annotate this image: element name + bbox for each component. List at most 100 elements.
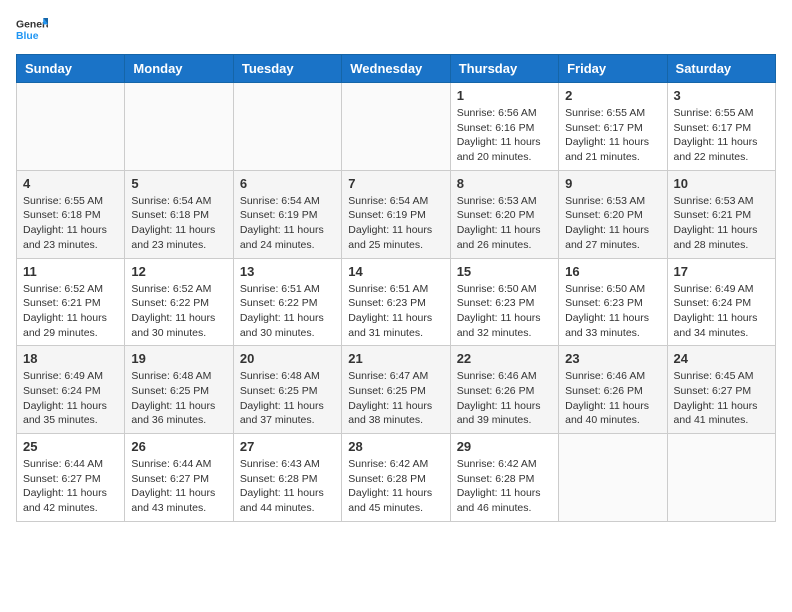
day-info: Sunrise: 6:50 AM Sunset: 6:23 PM Dayligh… [457,282,552,341]
day-number: 19 [131,351,226,366]
calendar-day-cell: 22 Sunrise: 6:46 AM Sunset: 6:26 PM Dayli… [450,346,558,434]
calendar-day-cell: 14 Sunrise: 6:51 AM Sunset: 6:23 PM Dayli… [342,258,450,346]
calendar-day-cell: 6 Sunrise: 6:54 AM Sunset: 6:19 PM Daylig… [233,170,341,258]
day-number: 1 [457,88,552,103]
day-info: Sunrise: 6:47 AM Sunset: 6:25 PM Dayligh… [348,369,443,428]
day-number: 22 [457,351,552,366]
day-info: Sunrise: 6:42 AM Sunset: 6:28 PM Dayligh… [348,457,443,516]
day-info: Sunrise: 6:51 AM Sunset: 6:22 PM Dayligh… [240,282,335,341]
day-number: 10 [674,176,769,191]
calendar-day-cell [125,83,233,171]
calendar-week-row: 18Sunrise: 6:49 AM Sunset: 6:24 PM Dayli… [17,346,776,434]
day-number: 13 [240,264,335,279]
day-header-wednesday: Wednesday [342,55,450,83]
day-number: 5 [131,176,226,191]
day-info: Sunrise: 6:50 AM Sunset: 6:23 PM Dayligh… [565,282,660,341]
day-info: Sunrise: 6:54 AM Sunset: 6:19 PM Dayligh… [348,194,443,253]
day-number: 23 [565,351,660,366]
day-info: Sunrise: 6:51 AM Sunset: 6:23 PM Dayligh… [348,282,443,341]
day-number: 2 [565,88,660,103]
page-container: General Blue SundayMondayTuesdayWednesda… [16,16,776,522]
day-info: Sunrise: 6:46 AM Sunset: 6:26 PM Dayligh… [457,369,552,428]
day-number: 12 [131,264,226,279]
calendar-day-cell: 11 Sunrise: 6:52 AM Sunset: 6:21 PM Dayli… [17,258,125,346]
day-number: 4 [23,176,118,191]
calendar-week-row: 4 Sunrise: 6:55 AM Sunset: 6:18 PM Daylig… [17,170,776,258]
calendar-day-cell: 26 Sunrise: 6:44 AM Sunset: 6:27 PM Dayli… [125,434,233,522]
svg-text:Blue: Blue [16,31,39,42]
calendar-day-cell: 27Sunrise: 6:43 AM Sunset: 6:28 PM Dayli… [233,434,341,522]
day-info: Sunrise: 6:55 AM Sunset: 6:18 PM Dayligh… [23,194,118,253]
calendar-table: SundayMondayTuesdayWednesdayThursdayFrid… [16,54,776,522]
day-info: Sunrise: 6:42 AM Sunset: 6:28 PM Dayligh… [457,457,552,516]
day-info: Sunrise: 6:52 AM Sunset: 6:22 PM Dayligh… [131,282,226,341]
day-info: Sunrise: 6:55 AM Sunset: 6:17 PM Dayligh… [565,106,660,165]
day-number: 16 [565,264,660,279]
day-number: 14 [348,264,443,279]
day-info: Sunrise: 6:48 AM Sunset: 6:25 PM Dayligh… [240,369,335,428]
calendar-week-row: 1Sunrise: 6:56 AM Sunset: 6:16 PM Daylig… [17,83,776,171]
calendar-day-cell: 15 Sunrise: 6:50 AM Sunset: 6:23 PM Dayli… [450,258,558,346]
day-info: Sunrise: 6:43 AM Sunset: 6:28 PM Dayligh… [240,457,335,516]
calendar-header-row: SundayMondayTuesdayWednesdayThursdayFrid… [17,55,776,83]
day-number: 28 [348,439,443,454]
day-info: Sunrise: 6:46 AM Sunset: 6:26 PM Dayligh… [565,369,660,428]
day-number: 29 [457,439,552,454]
day-number: 8 [457,176,552,191]
calendar-day-cell: 25Sunrise: 6:44 AM Sunset: 6:27 PM Dayli… [17,434,125,522]
calendar-day-cell: 10 Sunrise: 6:53 AM Sunset: 6:21 PM Dayli… [667,170,775,258]
calendar-day-cell: 5 Sunrise: 6:54 AM Sunset: 6:18 PM Daylig… [125,170,233,258]
calendar-week-row: 25 Sunrise: 6:44 AM Sunset: 6:27 PM Dayli… [17,434,776,522]
day-number: 24 [674,351,769,366]
day-number: 21 [348,351,443,366]
day-number: 7 [348,176,443,191]
day-number: 9 [565,176,660,191]
calendar-day-cell: 29 Sunrise: 6:42 AM Sunset: 6:28 PM Dayli… [450,434,558,522]
day-info: Sunrise: 6:49 AM Sunset: 6:24 PM Dayligh… [674,282,769,341]
calendar-day-cell: 21 Sunrise: 6:47 AM Sunset: 6:25 PM Dayli… [342,346,450,434]
day-header-sunday: Sunday [17,55,125,83]
day-info: Sunrise: 6:54 AM Sunset: 6:19 PM Dayligh… [240,194,335,253]
day-info: Sunrise: 6:44 AM Sunset: 6:27 PM Dayligh… [131,457,226,516]
day-info: Sunrise: 6:53 AM Sunset: 6:21 PM Dayligh… [674,194,769,253]
day-number: 26 [131,439,226,454]
calendar-day-cell: 20 Sunrise: 6:48 AM Sunset: 6:25 PM Dayli… [233,346,341,434]
day-header-thursday: Thursday [450,55,558,83]
calendar-day-cell: 7 Sunrise: 6:54 AM Sunset: 6:19 PM Daylig… [342,170,450,258]
calendar-day-cell: 18Sunrise: 6:49 AM Sunset: 6:24 PM Dayli… [17,346,125,434]
day-header-tuesday: Tuesday [233,55,341,83]
calendar-day-cell: 9 Sunrise: 6:53 AM Sunset: 6:20 PM Daylig… [559,170,667,258]
day-number: 17 [674,264,769,279]
calendar-day-cell [667,434,775,522]
day-info: Sunrise: 6:52 AM Sunset: 6:21 PM Dayligh… [23,282,118,341]
day-info: Sunrise: 6:55 AM Sunset: 6:17 PM Dayligh… [674,106,769,165]
calendar-day-cell [559,434,667,522]
day-number: 18 [23,351,118,366]
day-header-saturday: Saturday [667,55,775,83]
calendar-day-cell: 4 Sunrise: 6:55 AM Sunset: 6:18 PM Daylig… [17,170,125,258]
calendar-day-cell [233,83,341,171]
generalblue-logo-icon: General Blue [16,16,48,44]
day-header-monday: Monday [125,55,233,83]
calendar-day-cell: 17 Sunrise: 6:49 AM Sunset: 6:24 PM Dayli… [667,258,775,346]
calendar-day-cell: 24 Sunrise: 6:45 AM Sunset: 6:27 PM Dayli… [667,346,775,434]
calendar-day-cell: 16 Sunrise: 6:50 AM Sunset: 6:23 PM Dayli… [559,258,667,346]
day-info: Sunrise: 6:54 AM Sunset: 6:18 PM Dayligh… [131,194,226,253]
day-number: 20 [240,351,335,366]
calendar-day-cell: 2 Sunrise: 6:55 AM Sunset: 6:17 PM Daylig… [559,83,667,171]
calendar-day-cell [17,83,125,171]
day-number: 15 [457,264,552,279]
calendar-day-cell [342,83,450,171]
day-number: 25 [23,439,118,454]
calendar-day-cell: 19 Sunrise: 6:48 AM Sunset: 6:25 PM Dayli… [125,346,233,434]
day-info: Sunrise: 6:48 AM Sunset: 6:25 PM Dayligh… [131,369,226,428]
day-number: 11 [23,264,118,279]
calendar-day-cell: 12 Sunrise: 6:52 AM Sunset: 6:22 PM Dayli… [125,258,233,346]
calendar-day-cell: 23 Sunrise: 6:46 AM Sunset: 6:26 PM Dayli… [559,346,667,434]
day-number: 3 [674,88,769,103]
day-info: Sunrise: 6:53 AM Sunset: 6:20 PM Dayligh… [457,194,552,253]
day-number: 6 [240,176,335,191]
day-info: Sunrise: 6:53 AM Sunset: 6:20 PM Dayligh… [565,194,660,253]
day-info: Sunrise: 6:45 AM Sunset: 6:27 PM Dayligh… [674,369,769,428]
logo: General Blue [16,16,48,44]
